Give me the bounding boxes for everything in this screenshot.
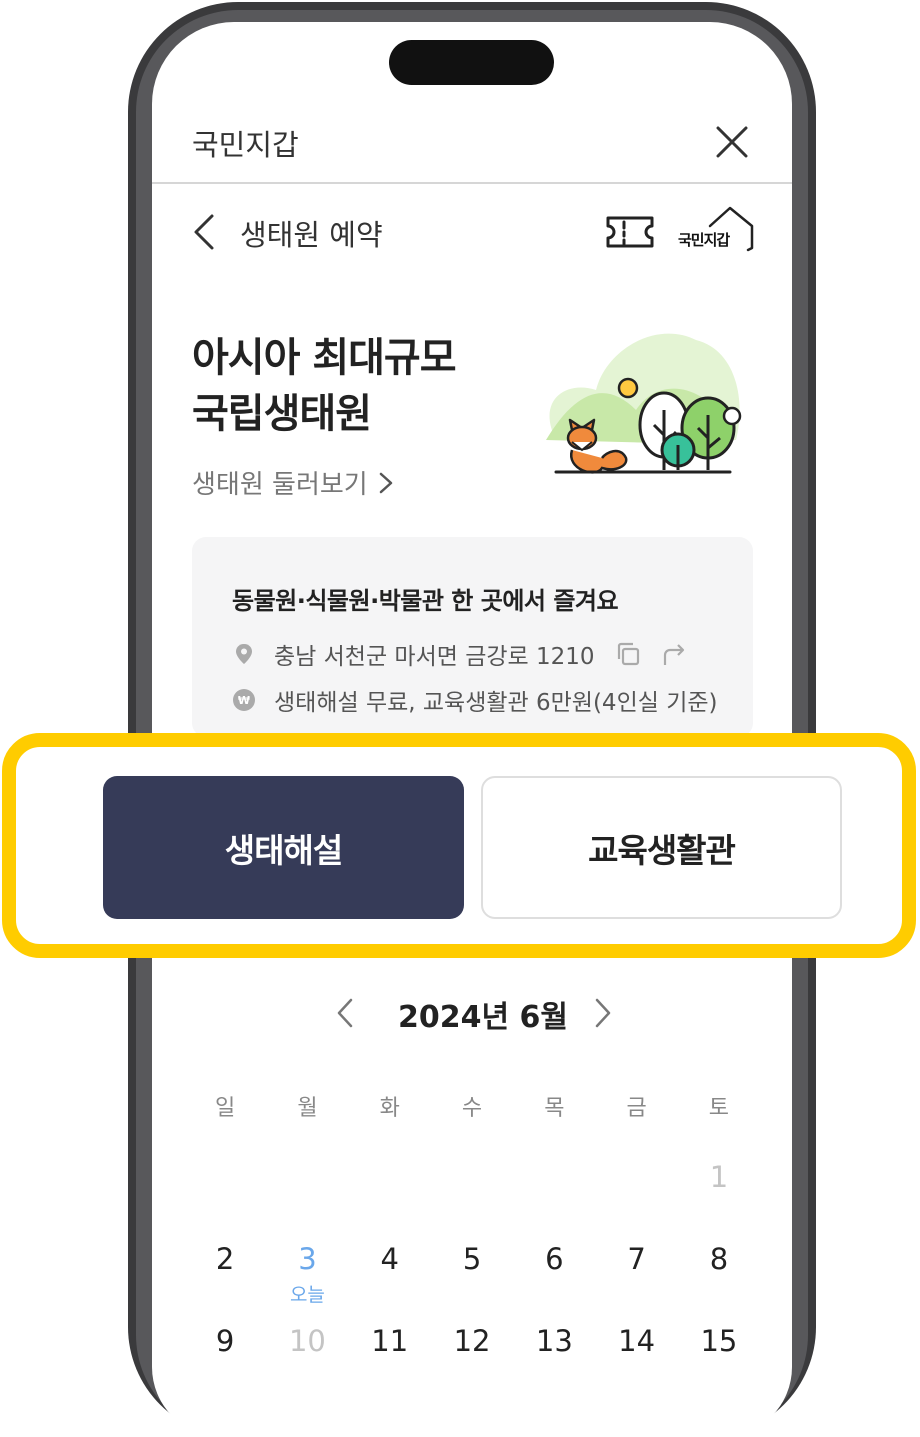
explore-link[interactable]: 생태원 둘러보기 [192, 464, 394, 501]
hero-title-line2: 국립생태원 [192, 391, 372, 437]
weekday-row: 일 월 화 수 목 금 토 [184, 1090, 760, 1130]
calendar-header: 2024년 6월 [152, 988, 792, 1036]
calendar-day-12[interactable]: 12 [431, 1324, 513, 1406]
tab-eco-guide[interactable]: 생태해설 [103, 776, 464, 919]
calendar-day-5[interactable]: 5 [431, 1242, 513, 1324]
calendar-grid: 일 월 화 수 목 금 토 1 2 3 오늘 4 5 6 7 8 9 10 11… [184, 1090, 760, 1406]
tab-education-lodge[interactable]: 교육생활관 [481, 776, 842, 919]
calendar-day-empty [431, 1160, 513, 1242]
address-row: 충남 서천군 마서면 금강로 1210 [232, 637, 687, 671]
calendar-day-empty [349, 1160, 431, 1242]
ticket-icon[interactable] [604, 214, 656, 250]
svg-text:₩: ₩ [238, 694, 250, 707]
calendar-day-9[interactable]: 9 [184, 1324, 266, 1406]
forest-fox-illustration [546, 333, 742, 474]
back-chevron-icon[interactable] [190, 212, 218, 252]
address-text: 충남 서천군 마서면 금강로 1210 [274, 644, 595, 670]
hero-title-line1: 아시아 최대규모 [192, 335, 457, 381]
info-headline: 동물원·식물원·박물관 한 곳에서 즐겨요 [232, 587, 619, 615]
explore-link-label: 생태원 둘러보기 [192, 470, 368, 500]
weekday-thu: 목 [544, 1096, 565, 1121]
share-icon[interactable] [661, 641, 687, 667]
next-month-icon[interactable] [592, 996, 614, 1030]
calendar-day-7[interactable]: 7 [595, 1242, 677, 1324]
calendar-day-empty [266, 1160, 348, 1242]
phone-notch [389, 40, 554, 85]
calendar-day-1: 1 [709, 1160, 729, 1194]
weekday-sat: 토 [708, 1096, 730, 1121]
week-row-2: 2 3 오늘 4 5 6 7 8 [184, 1242, 760, 1324]
calendar-day-15[interactable]: 15 [678, 1324, 760, 1406]
hero-title: 아시아 최대규모 국립생태원 [192, 330, 457, 442]
location-pin-icon [236, 644, 252, 664]
weekday-sun: 일 [215, 1096, 236, 1121]
close-icon[interactable] [714, 124, 750, 160]
sub-header: 생태원 예약 국민지갑 [152, 186, 792, 278]
prev-month-icon[interactable] [334, 996, 356, 1030]
fee-row: ₩ 생태해설 무료, 교육생활관 6만원(4인실 기준) [232, 683, 718, 717]
calendar-day-13[interactable]: 13 [513, 1324, 595, 1406]
calendar-day-6[interactable]: 6 [513, 1242, 595, 1324]
calendar-month: 2024년 6월 [398, 1000, 569, 1035]
won-coin-icon: ₩ [233, 689, 255, 711]
weekday-mon: 월 [297, 1096, 318, 1121]
calendar-day-2[interactable]: 2 [184, 1242, 266, 1324]
wallet-home-button[interactable]: 국민지갑 [676, 204, 756, 252]
info-card: 동물원·식물원·박물관 한 곳에서 즐겨요 충남 서천군 마서면 금강로 121… [192, 537, 753, 737]
calendar-day-10: 10 [288, 1324, 326, 1358]
chevron-right-icon [379, 472, 392, 493]
weekday-tue: 화 [379, 1096, 400, 1121]
calendar-day-8[interactable]: 8 [678, 1242, 760, 1324]
page-title: 생태원 예약 [240, 218, 383, 252]
fee-text: 생태해설 무료, 교육생활관 6만원(4인실 기준) [274, 690, 718, 716]
app-title: 국민지갑 [192, 128, 299, 162]
calendar-day-empty [184, 1160, 266, 1242]
app-header: 국민지갑 [152, 100, 792, 184]
today-label: 오늘 [289, 1284, 325, 1306]
calendar-day-3-today[interactable]: 3 오늘 [266, 1242, 348, 1324]
calendar-day-empty [595, 1160, 677, 1242]
copy-icon[interactable] [615, 641, 641, 667]
weekday-fri: 금 [626, 1096, 647, 1121]
weekday-wed: 수 [461, 1096, 483, 1121]
calendar-day-14[interactable]: 14 [595, 1324, 677, 1406]
week-row-3: 9 10 11 12 13 14 15 [184, 1324, 760, 1406]
calendar-day-4[interactable]: 4 [349, 1242, 431, 1324]
calendar-day-empty [513, 1160, 595, 1242]
calendar-day-3-number: 3 [298, 1242, 317, 1276]
home-label: 국민지갑 [678, 231, 730, 249]
calendar-day-11[interactable]: 11 [349, 1324, 431, 1406]
week-row-1: 1 [184, 1160, 760, 1242]
